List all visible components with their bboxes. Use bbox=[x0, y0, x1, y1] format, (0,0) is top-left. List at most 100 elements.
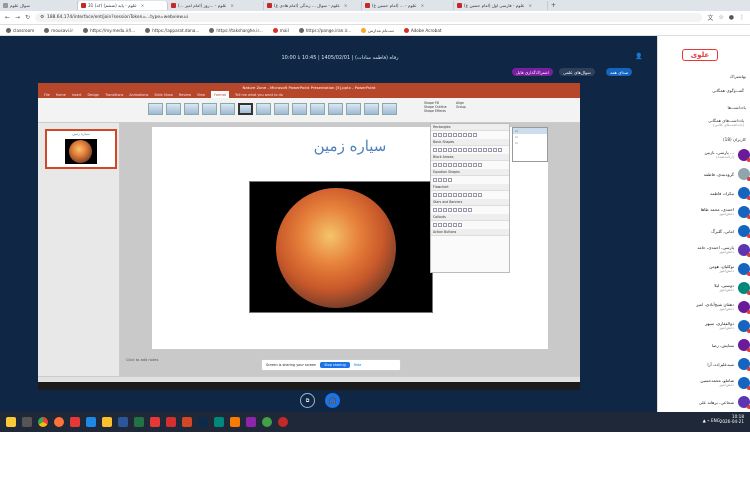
user-list-item[interactable]: شاملو، محمدحسین دانش‌آموز bbox=[662, 374, 750, 392]
headphones-icon[interactable]: 🎧 bbox=[325, 393, 340, 408]
bookmark[interactable]: https://pange.iran.ir... bbox=[298, 27, 351, 33]
stop-sharing-button[interactable]: Stop sharing bbox=[320, 362, 350, 368]
user-icon[interactable]: 👤 bbox=[635, 53, 642, 60]
bookmark[interactable]: Adobe Acrobat bbox=[403, 27, 442, 33]
site-info-icon[interactable]: ⚙ bbox=[40, 15, 44, 20]
firefox-icon[interactable] bbox=[54, 417, 64, 427]
notes-placeholder[interactable]: Click to add notes bbox=[126, 358, 158, 362]
format-dropdown-item[interactable]: ▭ bbox=[513, 140, 547, 146]
shape-style-swatch[interactable] bbox=[382, 103, 397, 115]
app-icon[interactable] bbox=[262, 417, 272, 427]
shape-style-swatch[interactable] bbox=[184, 103, 199, 115]
ribbon-tab[interactable]: File bbox=[44, 93, 50, 97]
bookmark[interactable]: ثبت‌نام مدارس bbox=[361, 27, 394, 33]
earth-image[interactable] bbox=[249, 181, 433, 313]
powerpoint-icon[interactable] bbox=[182, 417, 192, 427]
browser-tab[interactable]: علوم - فارسی اول (امام حسین ع) × bbox=[454, 1, 548, 10]
app-icon[interactable] bbox=[278, 417, 288, 427]
tray-icons[interactable]: ▲ ⌁ bbox=[703, 418, 711, 423]
ribbon-tab[interactable]: Home bbox=[56, 93, 66, 97]
public-chat-item[interactable]: گفت‌وگوی همگانی bbox=[664, 88, 744, 93]
app-icon[interactable] bbox=[214, 417, 224, 427]
new-tab-icon[interactable]: + bbox=[551, 2, 556, 9]
user-list-item[interactable]: دهقان شیخ‌آبادی، امیر دانش‌آموز bbox=[662, 298, 750, 316]
acrobat-icon[interactable] bbox=[166, 417, 176, 427]
shape-style-swatch[interactable] bbox=[346, 103, 361, 115]
shape-style-swatch[interactable] bbox=[292, 103, 307, 115]
app-icon[interactable] bbox=[86, 417, 96, 427]
user-list-item[interactable]: ستایش، رضا bbox=[662, 336, 750, 354]
shape-style-swatch[interactable] bbox=[220, 103, 235, 115]
shape-style-swatch[interactable] bbox=[202, 103, 217, 115]
browser-tab[interactable]: علوم - ... (امام حسین ع) × bbox=[362, 1, 454, 10]
browser-tab-active[interactable]: علوم - پایه (ششم) (کد) 31 × bbox=[78, 1, 168, 10]
shapes-grid[interactable] bbox=[431, 191, 509, 199]
close-icon[interactable]: × bbox=[421, 3, 425, 8]
file-explorer-icon[interactable] bbox=[6, 417, 16, 427]
ribbon-tab[interactable]: Animations bbox=[129, 93, 148, 97]
shapes-grid[interactable] bbox=[431, 146, 509, 154]
photoshop-icon[interactable] bbox=[198, 417, 208, 427]
menu-icon[interactable]: ⋮ bbox=[739, 14, 745, 21]
browser-tab[interactable]: علوم - سوال ... زندگی (امام هادی ع) × bbox=[264, 1, 362, 10]
shapes-grid[interactable] bbox=[431, 176, 509, 184]
bookmark[interactable]: mail bbox=[272, 27, 289, 33]
app-icon[interactable] bbox=[246, 417, 256, 427]
shapes-grid[interactable] bbox=[431, 131, 509, 139]
bookmark[interactable]: mousavi.ir bbox=[44, 27, 73, 33]
user-list-item[interactable]: شجاعی، برهانه علی bbox=[662, 393, 750, 411]
user-list-item[interactable]: دوستی، لیلا دانش‌آموز bbox=[662, 279, 750, 297]
close-icon[interactable]: × bbox=[230, 3, 234, 8]
pill-audio-all[interactable]: صدای همه bbox=[606, 68, 633, 76]
shapes-grid[interactable] bbox=[431, 221, 509, 229]
user-list-item[interactable]: ذوالفقاری، سپهر دانش‌آموز bbox=[662, 317, 750, 335]
ribbon-tab[interactable]: Review bbox=[179, 93, 191, 97]
close-icon[interactable]: × bbox=[528, 3, 532, 8]
tell-me-search[interactable]: Tell me what you want to do bbox=[235, 93, 283, 97]
shape-style-swatch[interactable] bbox=[364, 103, 379, 115]
translate-icon[interactable]: 文 bbox=[707, 13, 713, 22]
ribbon-tab[interactable]: Slide Show bbox=[154, 93, 173, 97]
user-list-item[interactable]: سیدعلیزاده، آرا bbox=[662, 355, 750, 373]
hide-button[interactable]: Hide bbox=[354, 363, 362, 367]
browser-tab[interactable]: علوم - ...روز (امام امیر ...) × bbox=[168, 1, 264, 10]
slide-thumbnail[interactable]: سیاره زمین bbox=[45, 129, 117, 169]
ribbon-tab-active[interactable]: Format bbox=[211, 91, 230, 98]
shape-style-swatch[interactable] bbox=[328, 103, 343, 115]
shapes-grid[interactable] bbox=[431, 161, 509, 169]
bookmark[interactable]: classroom bbox=[6, 27, 34, 33]
pill-questions[interactable]: سوال‌های علمی bbox=[559, 68, 595, 76]
profile-icon[interactable]: ● bbox=[729, 14, 734, 21]
forward-icon[interactable]: → bbox=[15, 14, 20, 21]
pill-file-share[interactable]: اشتراک‌گذاری فایل bbox=[512, 68, 553, 76]
bookmark[interactable]: https://taksharghe.ir... bbox=[209, 27, 263, 33]
clock[interactable]: 10:18 2026-04-21 bbox=[720, 414, 744, 424]
ribbon-tab[interactable]: Insert bbox=[72, 93, 82, 97]
app-icon[interactable] bbox=[70, 417, 80, 427]
app-icon[interactable] bbox=[102, 417, 112, 427]
user-list-item[interactable]: پارسی، احمدی، حامد دانش‌آموز bbox=[662, 241, 750, 259]
user-list-item[interactable]: امانی، گلبرگ bbox=[662, 222, 750, 240]
ribbon-tab[interactable]: Transitions bbox=[105, 93, 123, 97]
back-icon[interactable]: ← bbox=[5, 14, 10, 21]
chrome-icon[interactable] bbox=[38, 417, 48, 427]
app-icon[interactable] bbox=[22, 417, 32, 427]
ribbon-tab[interactable]: View bbox=[197, 93, 205, 97]
user-list-item[interactable]: احمدی، محمد طاها دانش‌آموز bbox=[662, 203, 750, 221]
format-dropdown[interactable]: ▭ ▭ ▭ bbox=[512, 127, 548, 162]
shape-style-swatch[interactable] bbox=[238, 103, 253, 115]
reload-icon[interactable]: ↻ bbox=[25, 14, 30, 21]
ribbon-tab[interactable]: Design bbox=[87, 93, 99, 97]
shape-style-swatch[interactable] bbox=[148, 103, 163, 115]
shape-style-swatch[interactable] bbox=[274, 103, 289, 115]
bookmark-star-icon[interactable]: ☆ bbox=[718, 14, 723, 21]
user-list-item[interactable]: توکلیان، هومن دانش‌آموز bbox=[662, 260, 750, 278]
shapes-grid[interactable] bbox=[431, 206, 509, 214]
user-list-item[interactable]: گروه‌بندی، فاطمه bbox=[662, 165, 750, 183]
word-icon[interactable] bbox=[118, 417, 128, 427]
url-input[interactable]: ⚙ 188.64.174/interface/ent/join?sessionT… bbox=[35, 13, 703, 22]
shape-style-swatch[interactable] bbox=[166, 103, 181, 115]
app-icon[interactable] bbox=[150, 417, 160, 427]
user-list-item[interactable]: پارسی، نازنین ... (ارائه‌دهنده) bbox=[662, 146, 750, 164]
shape-style-swatch[interactable] bbox=[310, 103, 325, 115]
